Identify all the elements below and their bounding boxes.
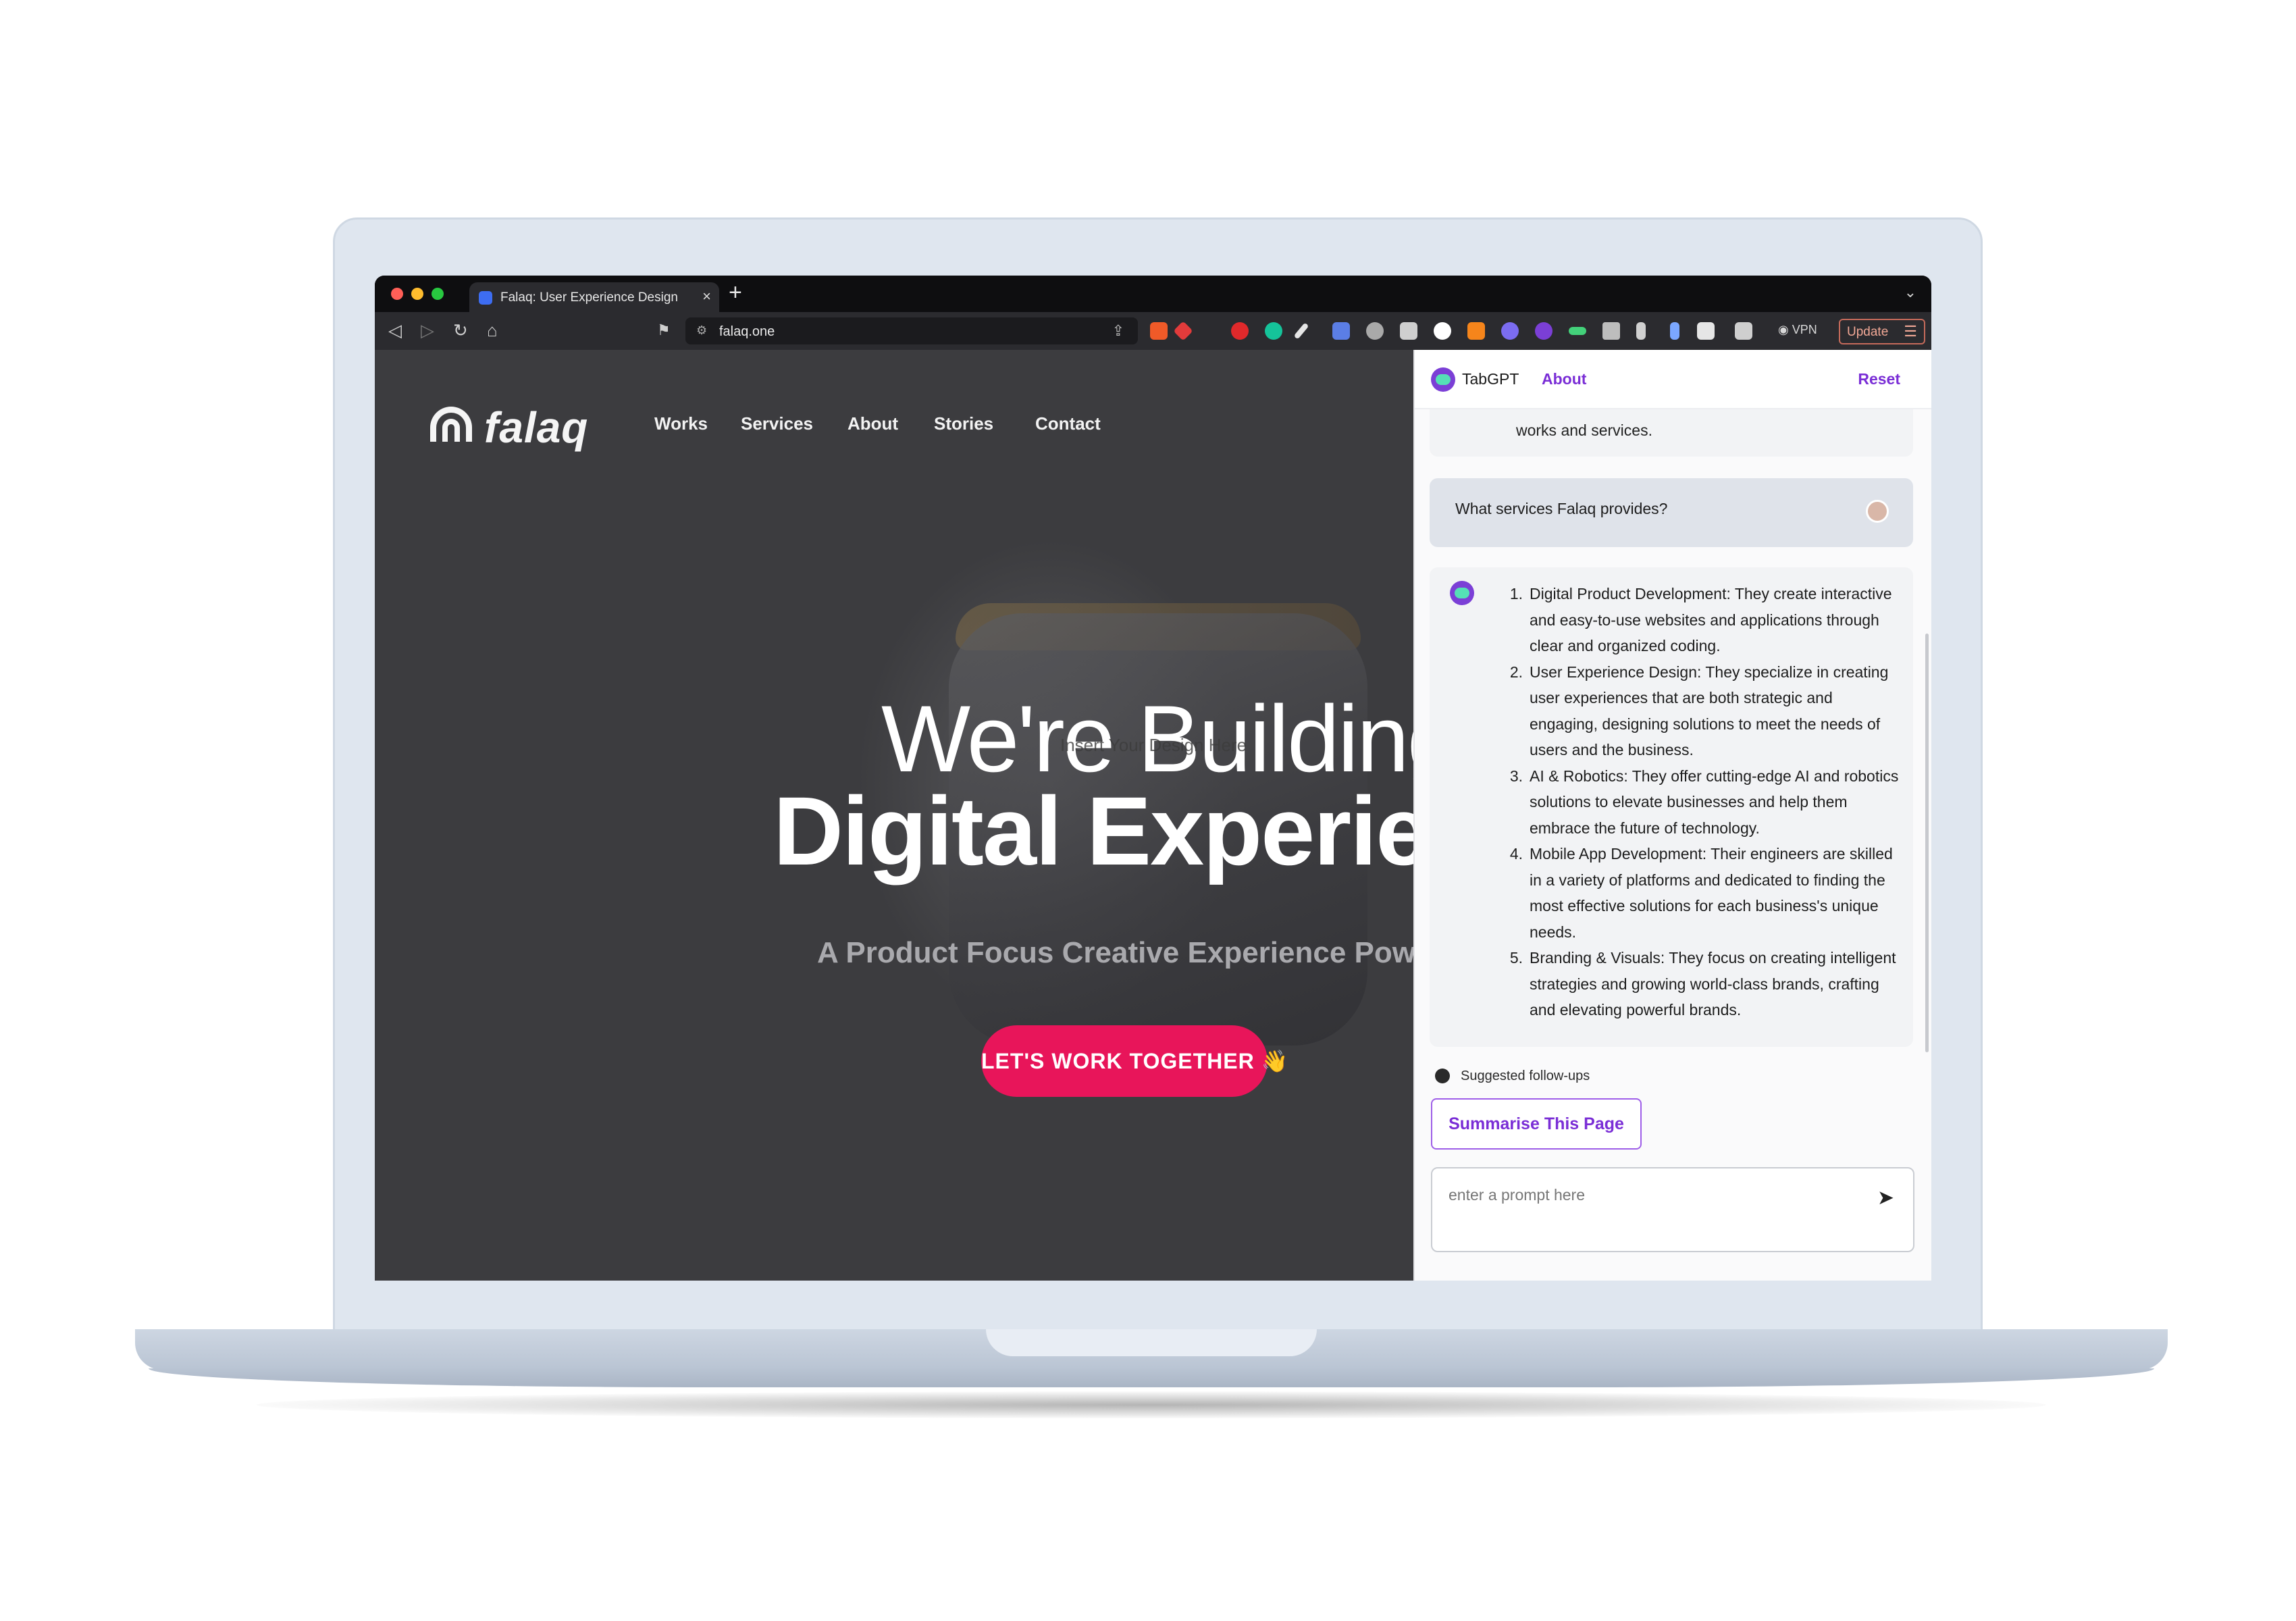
back-icon[interactable]: ◁: [388, 320, 402, 340]
update-label: Update: [1847, 325, 1889, 339]
logo-text: falaq: [484, 403, 589, 452]
list-number: 2.: [1509, 663, 1523, 681]
camera-icon[interactable]: [1400, 322, 1417, 340]
reload-icon[interactable]: ↻: [453, 320, 468, 340]
falaq-favicon-icon: [479, 291, 492, 305]
previous-bot-message: works and services.: [1430, 409, 1913, 457]
list-item: 3. AI & Robotics: They offer cutting-edge…: [1503, 763, 1901, 842]
hero-headline-line2: Digital Experiences: [773, 777, 1413, 885]
list-item: 2. User Experience Design: They specializ…: [1503, 659, 1901, 763]
list-item: 5. Branding & Visuals: They focus on crea…: [1503, 945, 1901, 1023]
tabgpt-extension-icon[interactable]: [1535, 322, 1553, 340]
list-item-text: Branding & Visuals: They focus on creati…: [1530, 949, 1896, 1019]
website-viewport: falaq Works Services About Stories Conta…: [375, 350, 1413, 1281]
eyedropper-icon[interactable]: [1293, 322, 1309, 340]
nav-works[interactable]: Works: [654, 413, 708, 434]
list-item: 4. Mobile App Development: Their engineer…: [1503, 841, 1901, 945]
list-number: 4.: [1509, 845, 1523, 863]
tab-strip: Falaq: User Experience Design × + ⌄: [375, 276, 1931, 312]
address-bar[interactable]: ⚙ falaq.one ⇪: [685, 317, 1138, 344]
logo-inner-arch-icon: [442, 419, 460, 442]
robot-icon: [1435, 1069, 1450, 1083]
previous-message-text: works and services.: [1516, 421, 1652, 439]
laptop-shadow: [257, 1391, 2046, 1418]
panel-header: TabGPT About Reset: [1415, 350, 1931, 409]
user-message-text: What services Falaq provides?: [1455, 500, 1668, 517]
wallet-icon[interactable]: [1735, 322, 1752, 340]
list-item-text: Mobile App Development: Their engineers …: [1530, 845, 1893, 941]
extension-red-icon[interactable]: [1231, 322, 1249, 340]
brave-rewards-icon[interactable]: [1173, 321, 1193, 341]
maximize-window-button[interactable]: [432, 288, 444, 300]
list-item-text: Digital Product Development: They create…: [1530, 585, 1892, 654]
menu-icon: ☰: [1904, 323, 1917, 340]
download-icon[interactable]: [1670, 322, 1679, 340]
extension-green-icon[interactable]: [1569, 327, 1586, 335]
suggested-followups-label: Suggested follow-ups: [1461, 1069, 1590, 1083]
services-list: 1. Digital Product Development: They crea…: [1503, 581, 1901, 1023]
list-number: 3.: [1509, 767, 1523, 785]
hero-subtitle: A Product Focus Creative Experience Powe…: [817, 936, 1413, 969]
list-number: 1.: [1509, 585, 1523, 602]
url-text[interactable]: falaq.one: [719, 324, 775, 340]
send-icon[interactable]: ➤: [1877, 1186, 1894, 1210]
minimize-window-button[interactable]: [411, 288, 423, 300]
tab-search-icon[interactable]: ⌄: [1904, 284, 1916, 301]
translate-icon[interactable]: [1332, 322, 1350, 340]
sidebar-toggle-icon[interactable]: [1697, 322, 1715, 340]
bot-avatar-icon: [1450, 581, 1474, 605]
extensions-puzzle-icon[interactable]: [1602, 322, 1620, 340]
metamask-icon[interactable]: [1467, 322, 1485, 340]
tab-title: Falaq: User Experience Design: [500, 290, 678, 305]
browser-window: Falaq: User Experience Design × + ⌄ ◁ ▷ …: [375, 276, 1931, 1281]
close-window-button[interactable]: [391, 288, 403, 300]
browser-toolbar: ◁ ▷ ↻ ⌂ ⚑ ⚙ falaq.one ⇪ ◉ VPN Update ☰: [375, 312, 1931, 350]
work-together-button[interactable]: LET'S WORK TOGETHER 👋: [981, 1025, 1288, 1097]
user-message: What services Falaq provides?: [1430, 478, 1913, 547]
nav-stories[interactable]: Stories: [934, 413, 993, 434]
about-link[interactable]: About: [1542, 370, 1586, 388]
list-item-text: User Experience Design: They specialize …: [1530, 663, 1889, 759]
update-button[interactable]: Update ☰: [1839, 319, 1925, 344]
panel-title: TabGPT: [1462, 370, 1519, 388]
brave-shields-icon[interactable]: [1150, 322, 1168, 340]
site-settings-icon[interactable]: ⚙: [696, 324, 707, 338]
list-item: 1. Digital Product Development: They crea…: [1503, 581, 1901, 659]
gear-extension-icon[interactable]: [1366, 322, 1384, 340]
share-icon[interactable]: ⇪: [1112, 322, 1124, 340]
bot-message: 1. Digital Product Development: They crea…: [1430, 567, 1913, 1047]
laptop-base-edge: [149, 1368, 2154, 1387]
home-icon[interactable]: ⌂: [487, 320, 498, 340]
list-item-text: AI & Robotics: They offer cutting-edge A…: [1530, 767, 1899, 837]
prompt-input[interactable]: [1449, 1186, 1840, 1204]
list-number: 5.: [1509, 949, 1523, 967]
music-icon[interactable]: [1636, 322, 1646, 340]
chat-scrollbar[interactable]: [1925, 634, 1929, 1052]
grammarly-icon[interactable]: [1265, 322, 1282, 340]
user-avatar: [1866, 500, 1889, 523]
tabgpt-logo-icon: [1431, 367, 1455, 392]
summarise-page-button[interactable]: Summarise This Page: [1431, 1098, 1642, 1150]
hero-placeholder-text: Insert Your Design Here: [1060, 735, 1247, 755]
falaq-logo[interactable]: falaq: [430, 401, 599, 455]
vpn-button[interactable]: ◉ VPN: [1778, 323, 1817, 337]
nav-services[interactable]: Services: [741, 413, 813, 434]
bookmark-icon[interactable]: ⚑: [657, 320, 671, 340]
nav-about[interactable]: About: [847, 413, 898, 434]
new-tab-button[interactable]: +: [729, 281, 742, 304]
extension-purple-icon[interactable]: [1501, 322, 1519, 340]
forward-icon[interactable]: ▷: [421, 320, 434, 340]
tab-active[interactable]: Falaq: User Experience Design ×: [469, 282, 719, 312]
nav-contact[interactable]: Contact: [1035, 413, 1101, 434]
face-extension-icon[interactable]: [1434, 322, 1451, 340]
laptop-notch: [986, 1329, 1317, 1356]
reset-button[interactable]: Reset: [1858, 370, 1900, 388]
tabgpt-panel: TabGPT About Reset works and services. W…: [1413, 350, 1931, 1281]
prompt-box[interactable]: ➤: [1431, 1167, 1914, 1252]
tab-close-icon[interactable]: ×: [702, 288, 711, 305]
